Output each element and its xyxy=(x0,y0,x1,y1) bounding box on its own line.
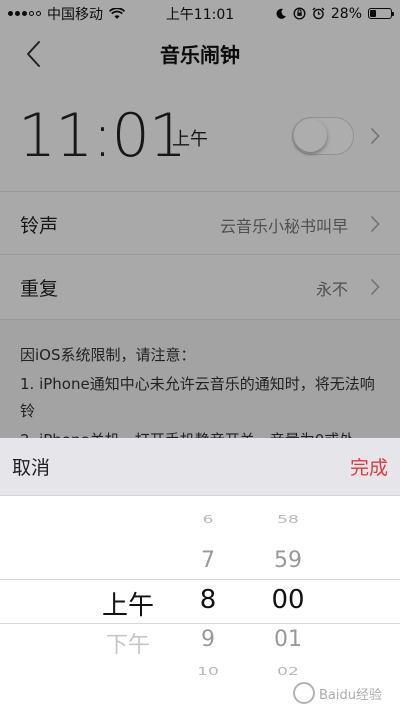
back-chevron-icon[interactable] xyxy=(24,40,44,68)
done-button[interactable]: 完成 xyxy=(350,453,388,480)
orientation-lock-icon xyxy=(293,7,306,20)
picker-hour-minus1[interactable]: 7 xyxy=(180,548,236,573)
notice-item-1: 1. iPhone通知中心未允许云音乐的通知时，将无法响铃 xyxy=(20,375,375,420)
picker-minute-minus2[interactable]: 58 xyxy=(255,514,321,526)
picker-minute-plus2[interactable]: 02 xyxy=(255,666,321,678)
status-time: 上午11:01 xyxy=(165,6,235,23)
picker-toolbar: 取消 完成 xyxy=(0,438,400,496)
status-bar: 中国移动 上午11:01 28% xyxy=(0,0,400,27)
cancel-button[interactable]: 取消 xyxy=(12,453,50,480)
chevron-right-icon xyxy=(370,127,380,145)
hour-column[interactable]: 6 7 8 9 10 xyxy=(180,496,236,710)
picker-minute-plus1[interactable]: 01 xyxy=(255,627,321,652)
baidu-watermark: Baidu经验 xyxy=(293,682,382,704)
baidu-paw-icon xyxy=(293,682,315,704)
picker-hour-minus2[interactable]: 6 xyxy=(180,514,236,526)
notice-heading: 因iOS系统限制，请注意： xyxy=(20,346,196,364)
alarm-time: 11:01 xyxy=(18,101,187,171)
watermark-text: Baidu经验 xyxy=(319,687,382,703)
signal-icon xyxy=(8,11,41,16)
picker-period-selected[interactable]: 上午 xyxy=(88,585,168,622)
picker-hour-selected[interactable]: 8 xyxy=(180,585,236,615)
alarm-period: 上午 xyxy=(172,129,208,150)
moon-icon xyxy=(276,8,286,19)
ringtone-value: 云音乐小秘书叫早 xyxy=(219,217,348,236)
page-title: 音乐闹钟 xyxy=(160,42,240,67)
wifi-icon xyxy=(109,7,125,19)
battery-percent: 28% xyxy=(330,5,362,22)
picker-period-next[interactable]: 下午 xyxy=(88,627,168,659)
repeat-label: 重复 xyxy=(20,278,59,300)
picker-hour-plus1[interactable]: 9 xyxy=(180,627,236,652)
picker-minute-minus1[interactable]: 59 xyxy=(255,548,321,573)
repeat-value: 永不 xyxy=(315,280,348,299)
time-picker-sheet: 取消 完成 上午 下午 6 7 8 9 10 58 59 00 01 02 Ba… xyxy=(0,438,400,710)
battery-icon xyxy=(368,8,394,19)
period-column[interactable]: 上午 下午 xyxy=(88,496,168,710)
carrier-name: 中国移动 xyxy=(47,6,103,23)
chevron-right-icon xyxy=(370,278,380,296)
repeat-row[interactable]: 重复 永不 xyxy=(0,255,400,320)
picker-hour-plus2[interactable]: 10 xyxy=(180,666,236,678)
chevron-right-icon xyxy=(370,215,380,233)
picker-minute-selected[interactable]: 00 xyxy=(255,585,321,615)
ringtone-row[interactable]: 铃声 云音乐小秘书叫早 xyxy=(0,192,400,255)
alarm-clock-icon xyxy=(312,7,325,20)
alarm-time-row[interactable]: 11:01 上午 xyxy=(0,79,400,192)
alarm-toggle[interactable] xyxy=(292,117,354,155)
minute-column[interactable]: 58 59 00 01 02 xyxy=(255,496,321,710)
nav-bar: 音乐闹钟 xyxy=(0,27,400,79)
ringtone-label: 铃声 xyxy=(20,215,59,237)
time-picker[interactable]: 上午 下午 6 7 8 9 10 58 59 00 01 02 xyxy=(0,496,400,710)
toggle-knob xyxy=(294,119,327,152)
